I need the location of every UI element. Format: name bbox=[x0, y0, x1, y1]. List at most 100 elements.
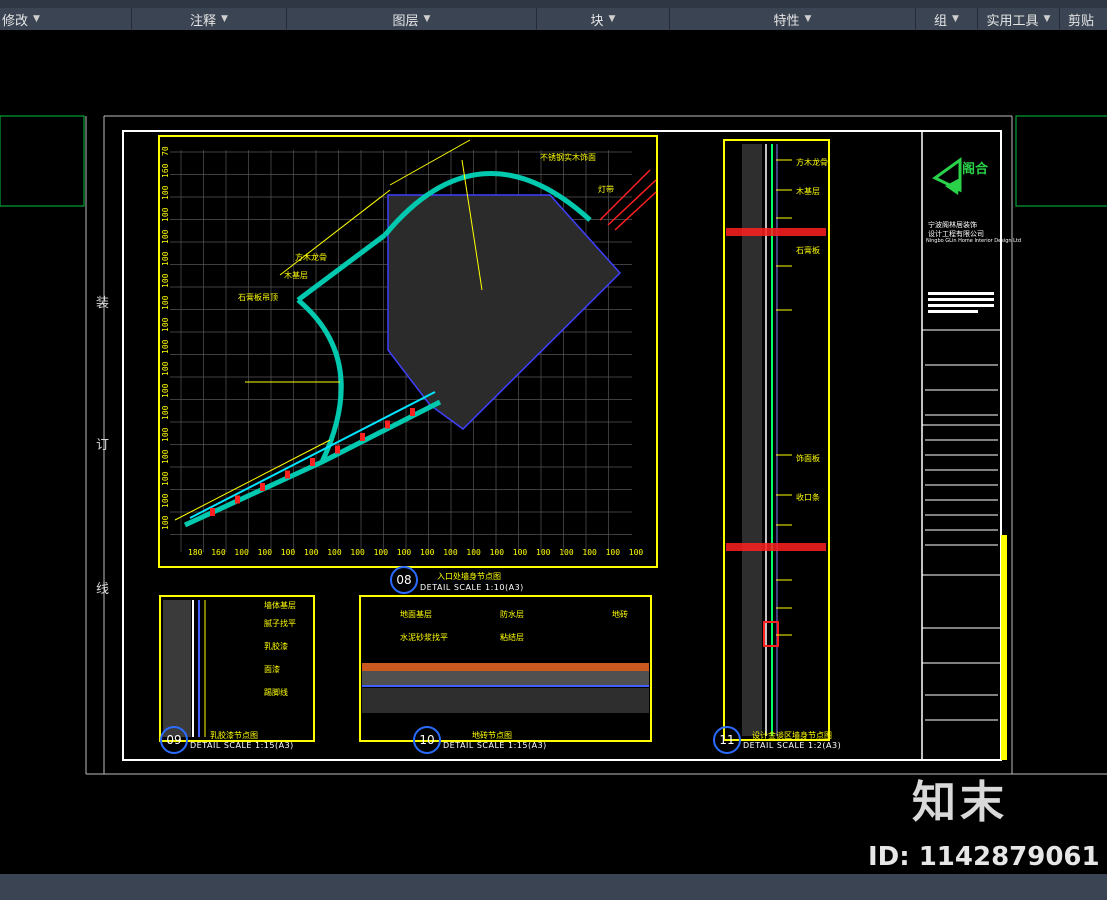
panel-label: 注释 bbox=[190, 13, 217, 29]
panel-block[interactable]: 块 ▼ bbox=[537, 8, 670, 30]
panel-utilities[interactable]: 实用工具 ▼ bbox=[978, 8, 1060, 30]
dimension-line bbox=[174, 439, 331, 521]
adjacent-sheet-right bbox=[1015, 115, 1107, 207]
panel-label: 块 bbox=[590, 13, 604, 29]
dropdown-arrow-icon: ▼ bbox=[804, 14, 812, 24]
annotation-label: 方木龙骨 bbox=[796, 158, 828, 167]
red-fixing bbox=[385, 420, 390, 429]
dimension-label: 100 bbox=[304, 548, 319, 557]
dropdown-arrow-icon: ▼ bbox=[1043, 14, 1051, 24]
dimension-label: 100 bbox=[161, 361, 170, 376]
red-fixing bbox=[410, 408, 415, 416]
dimension-label: 100 bbox=[161, 295, 170, 310]
detail-scale: DETAIL SCALE 1:10(A3) bbox=[420, 583, 524, 592]
red-fixing bbox=[335, 445, 340, 454]
annotation-label: 踢脚线 bbox=[264, 688, 288, 697]
dimension-label: 100 bbox=[161, 317, 170, 332]
panel-label: 修改 bbox=[2, 13, 29, 29]
dimension-label: 100 bbox=[161, 427, 170, 442]
detail-title: 入口处墙身节点图 bbox=[437, 572, 501, 581]
dimension-label: 100 bbox=[161, 229, 170, 244]
annotation-label: 防水层 bbox=[500, 610, 524, 619]
wall-section-hatch bbox=[163, 600, 191, 737]
detail-title: 设计金谈区墙身节点图 bbox=[752, 731, 832, 740]
dropdown-arrow-icon: ▼ bbox=[952, 14, 959, 24]
red-fixing bbox=[310, 458, 315, 466]
detail-scale: DETAIL SCALE 1:15(A3) bbox=[443, 741, 547, 750]
red-section-band bbox=[726, 543, 826, 551]
wall-segment-upper bbox=[296, 232, 387, 303]
detail-title: 地砖节点图 bbox=[472, 731, 512, 740]
panel-label: 图层 bbox=[392, 13, 419, 29]
annotation-label: 水泥砂浆找平 bbox=[400, 633, 448, 642]
detail-number-bubble: 11 bbox=[713, 726, 741, 754]
red-leader bbox=[614, 191, 657, 231]
title-block-minor-lines bbox=[925, 364, 998, 721]
dimension-label: 100 bbox=[350, 548, 365, 557]
annotation-label: 灯带 bbox=[598, 185, 614, 194]
annotation-label: 面漆 bbox=[264, 665, 280, 674]
company-logo bbox=[932, 157, 962, 195]
detail-number-bubble: 09 bbox=[160, 726, 188, 754]
annotation-label: 乳胶漆 bbox=[264, 642, 288, 651]
panel-groups[interactable]: 组 ▼ bbox=[916, 8, 978, 30]
watermark-brand: 知末 bbox=[912, 777, 1008, 828]
dimension-label: 100 bbox=[559, 548, 574, 557]
logo-text: 阁合 bbox=[962, 162, 989, 177]
annotation-label: 饰面板 bbox=[796, 454, 820, 463]
base-layer bbox=[362, 688, 649, 713]
panel-label: 组 bbox=[934, 13, 948, 29]
dimension-label: 100 bbox=[628, 548, 644, 557]
red-fixing bbox=[360, 433, 365, 441]
dimension-label: 100 bbox=[420, 548, 435, 557]
dimension-label: 100 bbox=[536, 548, 551, 557]
dropdown-arrow-icon: ▼ bbox=[33, 14, 40, 24]
tile-area-hatch bbox=[387, 194, 622, 430]
dimension-label: 180 bbox=[188, 548, 203, 557]
panel-label: 特性 bbox=[773, 13, 800, 29]
panel-layers[interactable]: 图层 ▼ bbox=[287, 8, 537, 30]
binding-mark: 装 bbox=[96, 296, 110, 311]
detail-number-bubble: 08 bbox=[390, 566, 418, 594]
dimension-label: 100 bbox=[489, 548, 505, 557]
red-fixing bbox=[260, 483, 265, 491]
dimension-label: 100 bbox=[234, 548, 249, 557]
dimension-label: 100 bbox=[161, 471, 170, 486]
curved-wall-mid bbox=[296, 298, 344, 464]
annotation-label: 不锈钢实木饰面 bbox=[540, 153, 596, 162]
red-leader bbox=[599, 169, 651, 221]
binding-mark: 订 bbox=[96, 438, 110, 453]
dimension-label: 100 bbox=[443, 548, 458, 557]
ribbon-top-strip bbox=[0, 0, 1107, 8]
dimension-label: 100 bbox=[161, 185, 170, 200]
dropdown-arrow-icon: ▼ bbox=[423, 14, 431, 24]
dimension-label: 100 bbox=[582, 548, 597, 557]
red-fixing bbox=[235, 495, 240, 504]
panel-properties[interactable]: 特性 ▼ bbox=[670, 8, 916, 30]
dimension-label: 100 bbox=[161, 207, 170, 222]
dimension-label: 160 bbox=[211, 548, 226, 557]
dimension-label: 100 bbox=[396, 548, 412, 557]
red-leader bbox=[607, 179, 657, 226]
dimension-label: 100 bbox=[161, 449, 170, 464]
status-bar bbox=[0, 874, 1107, 900]
title-block-lines bbox=[922, 329, 1001, 664]
red-fixing bbox=[285, 470, 290, 479]
dimension-label: 100 bbox=[280, 548, 296, 557]
dimension-label: 100 bbox=[327, 548, 342, 557]
annotation-label: 腻子找平 bbox=[264, 619, 296, 628]
annotation-label: 地面基层 bbox=[400, 610, 432, 619]
annotation-label: 方木龙骨 bbox=[295, 253, 327, 262]
dimension-label: 100 bbox=[161, 493, 170, 508]
detail-title: 乳胶漆节点图 bbox=[210, 731, 258, 740]
screed-layer bbox=[362, 671, 649, 685]
panel-annotate[interactable]: 注释 ▼ bbox=[132, 8, 287, 30]
detail-number-bubble: 10 bbox=[413, 726, 441, 754]
title-block-accent bbox=[1001, 535, 1007, 760]
annotation-label: 木基层 bbox=[796, 187, 820, 196]
binding-mark: 线 bbox=[96, 582, 110, 597]
panel-modify[interactable]: 修改 ▼ bbox=[0, 8, 132, 30]
panel-clipboard[interactable]: 剪贴 bbox=[1060, 8, 1107, 30]
annotation-label: 石膏板 bbox=[796, 246, 820, 255]
ribbon-toolbar: 修改 ▼ 注释 ▼ 图层 ▼ 块 ▼ 特性 ▼ 组 ▼ 实用工具 ▼ 剪贴 bbox=[0, 0, 1107, 30]
